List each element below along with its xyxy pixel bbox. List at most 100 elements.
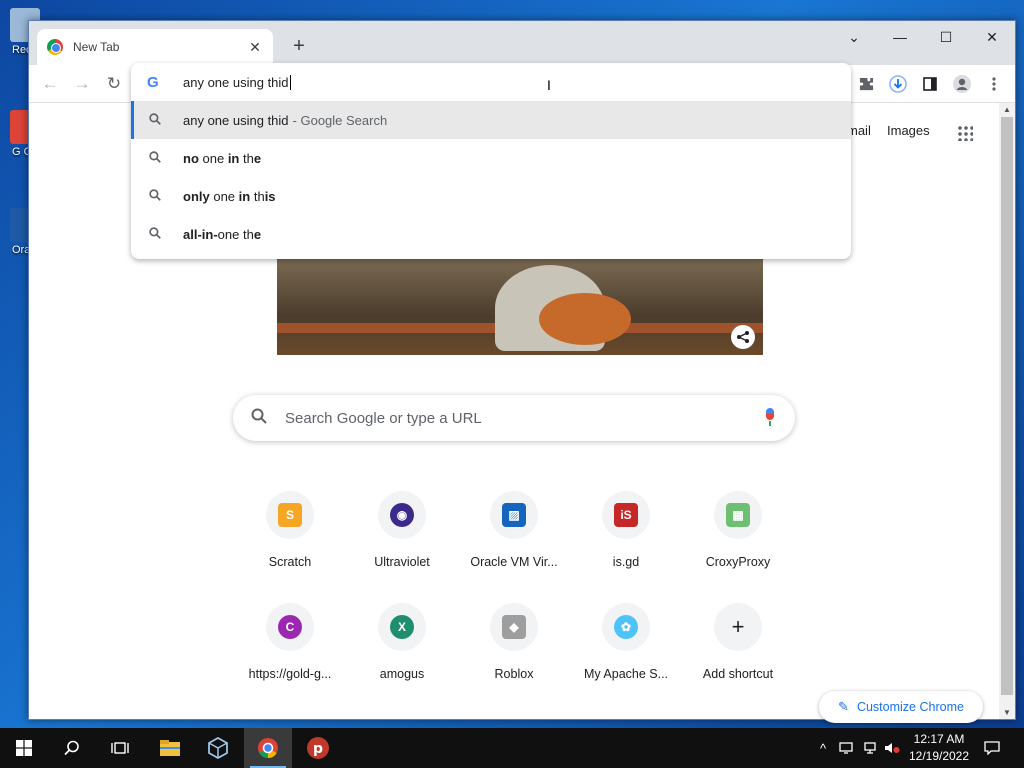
- shortcut-label: https://gold-g...: [248, 667, 332, 681]
- suggestion-text-part: all-in-: [183, 226, 218, 242]
- download-icon[interactable]: [885, 71, 911, 97]
- maximize-button[interactable]: ☐: [923, 21, 969, 53]
- profile-icon[interactable]: [949, 71, 975, 97]
- volume-muted-icon[interactable]: [882, 728, 902, 768]
- search-icon: [251, 408, 271, 429]
- taskbar-search-icon[interactable]: [48, 728, 96, 768]
- shortcut-favicon-icon: ◆: [502, 615, 526, 639]
- suggestion-text-part: one th: [217, 226, 254, 242]
- tab-new-tab[interactable]: New Tab ✕: [37, 29, 273, 65]
- chrome-window: New Tab ✕ + ⌄ — ☐ ✕ ← → ↻ G any one usin: [28, 20, 1016, 723]
- shortcut-icon-circle: ▨: [490, 491, 538, 539]
- shortcut-icon-circle: ◉: [378, 491, 426, 539]
- omnibox[interactable]: G any one using thid I: [131, 63, 851, 101]
- system-clock[interactable]: 12:17 AM 12/19/2022: [904, 731, 974, 765]
- omnibox-suggestion[interactable]: all-in-one th e: [131, 215, 851, 253]
- suggestion-text-part: e: [253, 150, 262, 166]
- shortcut-favicon-icon: ◉: [390, 503, 414, 527]
- start-button[interactable]: [0, 728, 48, 768]
- back-button[interactable]: ←: [37, 71, 63, 97]
- suggestion-list: any one using thid - Google Search no one …: [131, 101, 851, 253]
- omnibox-suggestion[interactable]: only one in th is: [131, 177, 851, 215]
- clock-time: 12:17 AM: [913, 732, 965, 746]
- shortcut-tile[interactable]: Chttps://gold-g...: [234, 603, 346, 681]
- tab-search-button[interactable]: ⌄: [831, 21, 877, 53]
- task-view-icon[interactable]: [96, 728, 144, 768]
- new-tab-button[interactable]: +: [287, 35, 311, 59]
- scroll-up-arrow-icon[interactable]: ▲: [999, 105, 1015, 114]
- reload-button[interactable]: ↻: [101, 71, 127, 97]
- shortcut-icon-circle: iS: [602, 491, 650, 539]
- ethernet-tray-icon[interactable]: [860, 728, 880, 768]
- voice-search-mic-icon[interactable]: [763, 408, 777, 428]
- close-window-button[interactable]: ✕: [969, 21, 1015, 53]
- shortcut-label: Scratch: [268, 555, 312, 569]
- shortcut-favicon-icon: X: [390, 615, 414, 639]
- virtualbox-taskbar-icon[interactable]: [194, 728, 242, 768]
- suggestion-text-part: any one using thid: [183, 112, 289, 128]
- share-doodle-icon[interactable]: [731, 325, 755, 349]
- svg-text:p: p: [313, 741, 323, 757]
- clock-date: 12/19/2022: [908, 749, 970, 763]
- shortcut-icon-circle: ◆: [490, 603, 538, 651]
- omnibox-suggestion[interactable]: any one using thid - Google Search: [131, 101, 851, 139]
- images-link[interactable]: Images: [887, 123, 930, 138]
- side-panel-icon[interactable]: [917, 71, 943, 97]
- shortcut-tile[interactable]: ▨ Oracle VM Vir...: [458, 491, 570, 569]
- search-icon: [149, 226, 163, 242]
- realbox-search[interactable]: Search Google or type a URL: [233, 395, 795, 441]
- shortcut-tile[interactable]: ◉ Ultraviolet: [346, 491, 458, 569]
- suggestion-text-part: no: [183, 150, 199, 166]
- shortcut-tile[interactable]: ◆ Roblox: [458, 603, 570, 681]
- shortcut-favicon-icon: ▦: [726, 503, 750, 527]
- shortcut-label: Ultraviolet: [374, 555, 430, 569]
- shortcut-favicon-icon: iS: [614, 503, 638, 527]
- suggestion-text-part: is: [264, 188, 276, 204]
- shortcut-label: Oracle VM Vir...: [470, 555, 558, 569]
- shortcut-tile[interactable]: S Scratch: [234, 491, 346, 569]
- search-icon: [149, 188, 163, 204]
- pencil-icon: ✎: [838, 699, 849, 714]
- suggestion-text-part: th: [239, 150, 254, 166]
- shortcut-tile[interactable]: + Add shortcut: [682, 603, 794, 681]
- file-explorer-icon[interactable]: [146, 728, 194, 768]
- extensions-puzzle-icon[interactable]: [853, 71, 879, 97]
- shortcut-tile[interactable]: ✿ My Apache S...: [570, 603, 682, 681]
- google-doodle-image[interactable]: [277, 259, 763, 355]
- psiphon-taskbar-icon[interactable]: p: [294, 728, 342, 768]
- omnibox-input[interactable]: any one using thid: [183, 75, 289, 90]
- shortcut-label: Add shortcut: [702, 667, 774, 681]
- shortcut-tile[interactable]: ▦ CroxyProxy: [682, 491, 794, 569]
- shortcut-label: is.gd: [612, 555, 640, 569]
- shortcut-icon-circle: ▦: [714, 491, 762, 539]
- shortcut-tile[interactable]: Xamogus: [346, 603, 458, 681]
- show-hidden-icons-chevron-icon[interactable]: ^: [812, 728, 834, 768]
- shortcut-favicon-icon: C: [278, 615, 302, 639]
- scrollbar-thumb[interactable]: [1001, 117, 1013, 695]
- tab-close-icon[interactable]: ✕: [247, 39, 263, 56]
- text-caret: [289, 74, 291, 90]
- search-icon: [149, 150, 163, 166]
- shortcut-label: CroxyProxy: [705, 555, 771, 569]
- more-menu-icon[interactable]: [981, 71, 1007, 97]
- suggestion-text-part: only: [183, 188, 210, 204]
- suggestion-text-part: in: [238, 188, 251, 204]
- network-tray-icon[interactable]: [836, 728, 856, 768]
- tab-title: New Tab: [73, 40, 120, 54]
- forward-button[interactable]: →: [69, 71, 95, 97]
- mouse-ibeam-cursor-icon: I: [547, 77, 551, 93]
- chrome-favicon-icon: [47, 39, 63, 55]
- shortcut-favicon-icon: ▨: [502, 503, 526, 527]
- action-center-icon[interactable]: [980, 728, 1004, 768]
- suggestion-text-part: in: [227, 150, 240, 166]
- minimize-button[interactable]: —: [877, 21, 923, 53]
- shortcut-tile[interactable]: iS is.gd: [570, 491, 682, 569]
- customize-chrome-button[interactable]: ✎ Customize Chrome: [819, 691, 983, 723]
- suggestion-text-part: one: [198, 150, 228, 166]
- google-apps-grid-icon[interactable]: [957, 125, 973, 141]
- chrome-taskbar-icon[interactable]: [244, 728, 292, 768]
- shortcut-icon-circle: C: [266, 603, 314, 651]
- page-scrollbar[interactable]: ▲ ▼: [999, 103, 1015, 719]
- omnibox-suggestion[interactable]: no one in th e: [131, 139, 851, 177]
- scroll-down-arrow-icon[interactable]: ▼: [999, 708, 1015, 717]
